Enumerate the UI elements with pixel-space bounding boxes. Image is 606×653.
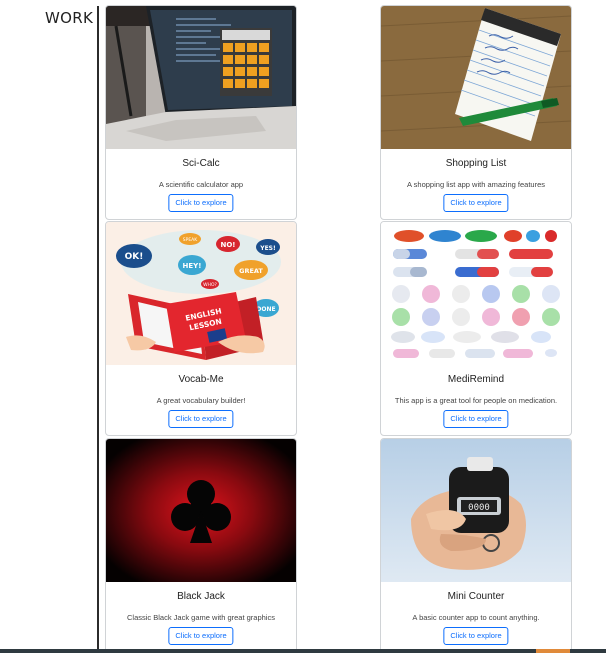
card-description: A basic counter app to count anything. bbox=[412, 613, 540, 622]
project-card-sci-calc: Sci-Calc A scientific calculator app Cli… bbox=[105, 5, 297, 220]
explore-button-black-jack[interactable]: Click to explore bbox=[168, 627, 234, 645]
card-title: Shopping List bbox=[445, 158, 507, 169]
card-description: This app is a great tool for people on m… bbox=[394, 396, 558, 405]
card-title: Vocab-Me bbox=[178, 374, 224, 385]
project-card-black-jack: Black Jack Classic Black Jack game with … bbox=[105, 438, 297, 653]
project-image-pills bbox=[381, 222, 571, 365]
project-image-hand-tally-counter: 0000 bbox=[381, 439, 571, 582]
speech-great: GREAT bbox=[239, 267, 263, 275]
card-description: A great vocabulary builder! bbox=[156, 396, 246, 405]
project-image-english-lesson-book: OK! HEY! NO! YES! GREAT DONE SPEAK WHO? … bbox=[106, 222, 296, 365]
explore-button-mini-counter[interactable]: Click to explore bbox=[443, 627, 509, 645]
card-title: MediRemind bbox=[447, 374, 505, 385]
card-description: Classic Black Jack game with great graph… bbox=[127, 613, 275, 622]
project-image-laptop-calculator bbox=[106, 6, 296, 149]
card-description: A shopping list app with amazing feature… bbox=[407, 180, 545, 189]
speech-speak: SPEAK bbox=[183, 237, 198, 243]
card-title: Mini Counter bbox=[447, 591, 505, 602]
project-image-notepad-pen bbox=[381, 6, 571, 149]
taskbar-accent bbox=[536, 649, 570, 653]
speech-who: WHO? bbox=[203, 282, 217, 288]
project-card-mini-counter: 0000 Mini Counter A basic counter app to… bbox=[380, 438, 572, 653]
section-title: WORK bbox=[45, 9, 94, 27]
taskbar-strip bbox=[0, 649, 606, 653]
explore-button-sci-calc[interactable]: Click to explore bbox=[168, 194, 234, 212]
explore-button-mediremind[interactable]: Click to explore bbox=[443, 410, 509, 428]
speech-no: NO! bbox=[220, 241, 235, 249]
project-card-mediremind: MediRemind This app is a great tool for … bbox=[380, 221, 572, 436]
timeline-divider bbox=[97, 6, 99, 653]
explore-button-shopping-list[interactable]: Click to explore bbox=[443, 194, 509, 212]
card-title: Sci-Calc bbox=[182, 158, 220, 169]
speech-yes: YES! bbox=[259, 245, 276, 252]
explore-button-vocab-me[interactable]: Click to explore bbox=[168, 410, 234, 428]
speech-ok: OK! bbox=[125, 252, 144, 262]
card-description: A scientific calculator app bbox=[158, 180, 244, 189]
project-card-vocab-me: OK! HEY! NO! YES! GREAT DONE SPEAK WHO? … bbox=[105, 221, 297, 436]
counter-display: 0000 bbox=[468, 503, 490, 513]
speech-done: DONE bbox=[256, 306, 275, 313]
speech-hey: HEY! bbox=[183, 262, 202, 270]
project-card-shopping-list: Shopping List A shopping list app with a… bbox=[380, 5, 572, 220]
project-image-club-suit bbox=[106, 439, 296, 582]
card-title: Black Jack bbox=[177, 591, 225, 602]
